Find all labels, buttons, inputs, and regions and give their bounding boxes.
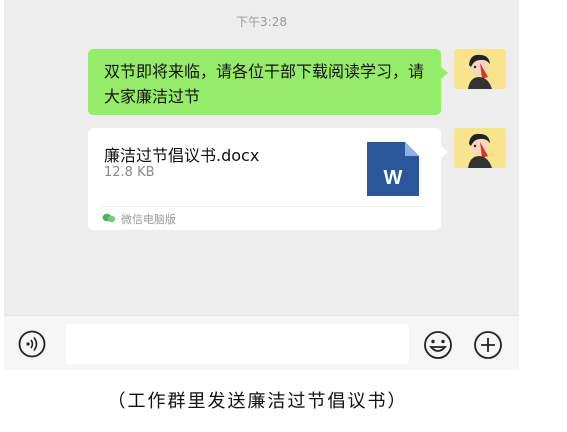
avatar-icon[interactable]: [454, 128, 506, 168]
word-file-icon: W: [367, 142, 419, 200]
image-caption: （工作群里发送廉洁过节倡议书）: [107, 391, 408, 412]
message-source: 微信电脑版: [102, 211, 176, 227]
source-label: 微信电脑版: [121, 213, 176, 226]
file-message-card[interactable]: 廉洁过节倡议书.docx 12.8 KB W 微信电脑版: [88, 128, 448, 230]
file-size: 12.8 KB: [104, 165, 155, 180]
message-text: 双节即将来临，请各位干部下载阅读学习，请大家廉洁过节: [104, 62, 425, 106]
divider: [102, 206, 427, 207]
plus-icon[interactable]: [473, 330, 503, 364]
wechat-icon: [102, 213, 116, 226]
avatar-icon[interactable]: [454, 49, 506, 89]
voice-icon[interactable]: [18, 330, 46, 362]
message-timestamp: 下午3:28: [236, 15, 287, 29]
chat-area: 下午3:28 双节即将来临，请各位干部下载阅读学习，请大家廉洁过节 廉洁过节倡议…: [4, 0, 519, 315]
word-file-letter: W: [384, 167, 403, 189]
input-bar: [4, 315, 519, 370]
emoji-icon[interactable]: [420, 330, 456, 364]
message-input[interactable]: [66, 324, 409, 364]
file-name: 廉洁过节倡议书.docx: [104, 146, 260, 165]
text-message-bubble[interactable]: 双节即将来临，请各位干部下载阅读学习，请大家廉洁过节: [88, 49, 448, 115]
